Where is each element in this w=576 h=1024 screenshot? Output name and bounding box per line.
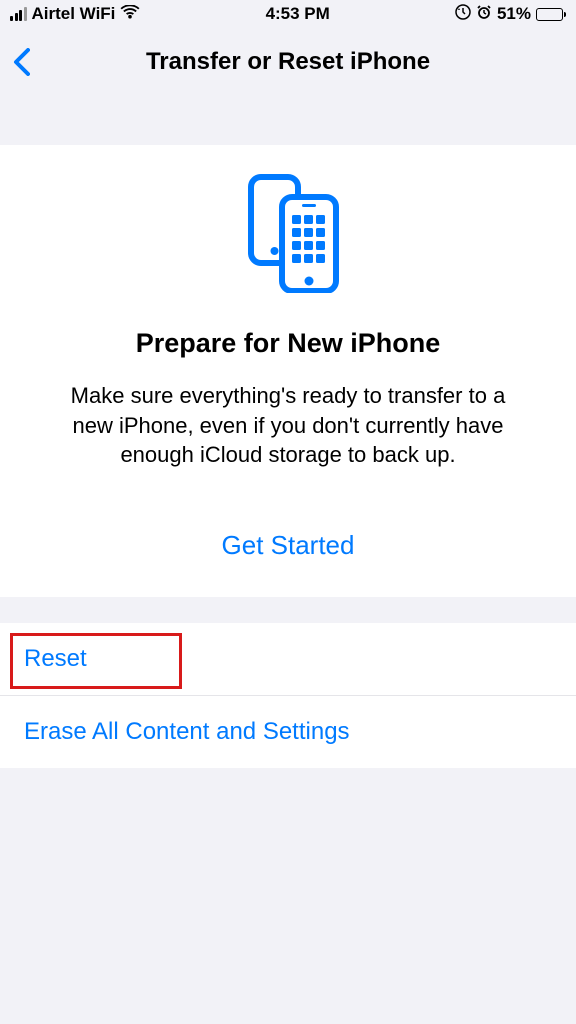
section-divider <box>0 597 576 623</box>
chevron-left-icon <box>13 48 30 76</box>
status-time: 4:53 PM <box>266 4 330 24</box>
phones-icon <box>40 173 536 293</box>
get-started-button[interactable]: Get Started <box>40 530 536 561</box>
page-title: Transfer or Reset iPhone <box>146 48 430 76</box>
erase-all-option[interactable]: Erase All Content and Settings <box>0 696 576 768</box>
status-bar: Airtel WiFi 4:53 PM 51% <box>0 0 576 28</box>
carrier-label: Airtel WiFi <box>32 4 116 24</box>
navigation-bar: Transfer or Reset iPhone <box>0 28 576 95</box>
alarm-icon <box>476 4 492 25</box>
options-list: Reset Erase All Content and Settings <box>0 623 576 768</box>
wifi-icon <box>120 4 140 25</box>
rotation-lock-icon <box>455 4 471 25</box>
battery-icon <box>536 8 566 21</box>
bottom-spacer <box>0 768 576 788</box>
hero-description: Make sure everything's ready to transfer… <box>40 381 536 470</box>
main-content: Prepare for New iPhone Make sure everyth… <box>0 145 576 788</box>
battery-percent: 51% <box>497 4 531 24</box>
back-button[interactable] <box>8 42 48 82</box>
signal-icon <box>10 7 27 21</box>
reset-option[interactable]: Reset <box>0 623 576 696</box>
hero-section: Prepare for New iPhone Make sure everyth… <box>0 145 576 597</box>
hero-title: Prepare for New iPhone <box>40 328 536 359</box>
status-left: Airtel WiFi <box>10 4 140 25</box>
status-right: 51% <box>455 4 566 25</box>
